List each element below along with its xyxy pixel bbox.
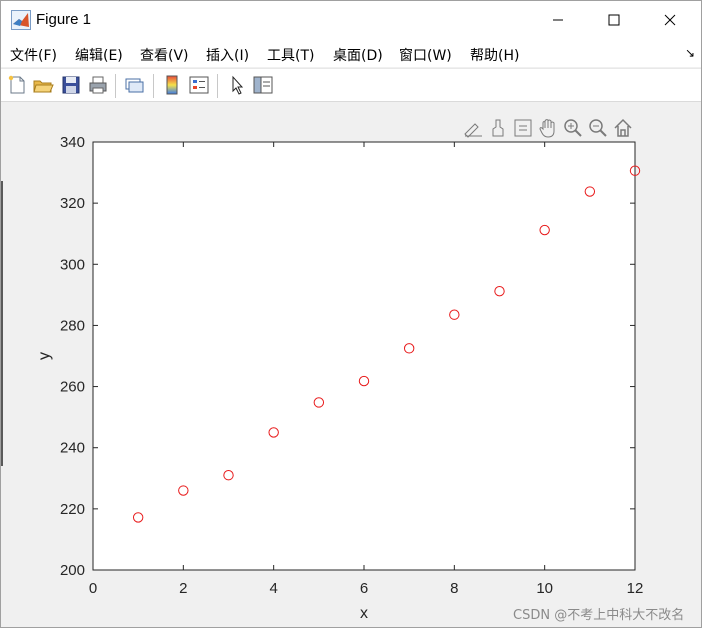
toolbar-separator (153, 74, 154, 98)
menu-edit[interactable]: 编辑(E) (75, 45, 123, 65)
y-tick-label: 260 (60, 379, 85, 396)
property-inspector-icon[interactable] (252, 74, 274, 96)
title-bar: Figure 1 (1, 1, 701, 39)
new-figure-icon[interactable] (6, 74, 28, 96)
minimize-button[interactable] (535, 1, 581, 39)
x-axis-label: x (360, 605, 368, 622)
open-file-icon[interactable] (32, 74, 54, 96)
maximize-icon (608, 14, 620, 26)
axes-plot[interactable]: 0 2 4 6 8 10 12 200 220 240 260 280 300 320 340 x y (1, 102, 701, 626)
save-icon[interactable] (60, 74, 82, 96)
minimize-icon (553, 19, 563, 21)
close-button[interactable] (647, 1, 693, 39)
figure-window: Figure 1 文件(F) 编辑(E) 查看(V) 插入(I) 工具(T) 桌… (0, 0, 702, 628)
menu-window[interactable]: 窗口(W) (399, 45, 452, 65)
y-tick-label: 320 (60, 195, 85, 212)
y-tick-label: 280 (60, 317, 85, 334)
menu-desktop[interactable]: 桌面(D) (333, 45, 383, 65)
x-tick-label: 8 (450, 580, 458, 597)
menu-insert[interactable]: 插入(I) (206, 45, 249, 65)
colorbar-icon[interactable] (161, 74, 183, 96)
pointer-icon[interactable] (226, 74, 248, 96)
y-tick-label: 300 (60, 256, 85, 273)
window-title: Figure 1 (36, 11, 92, 28)
maximize-button[interactable] (591, 1, 637, 39)
print-icon[interactable] (87, 74, 109, 96)
y-tick-label: 200 (60, 562, 85, 579)
toolbar-separator (217, 74, 218, 98)
legend-icon[interactable] (188, 74, 210, 96)
x-tick-label: 10 (536, 580, 553, 597)
close-icon (664, 14, 676, 26)
x-tick-label: 4 (269, 580, 277, 597)
link-plot-icon[interactable] (123, 74, 145, 96)
toolbar-separator (115, 74, 116, 98)
menu-tools[interactable]: 工具(T) (267, 45, 314, 65)
menu-file[interactable]: 文件(F) (10, 45, 57, 65)
dock-figure-icon[interactable]: ↘ (685, 46, 695, 60)
y-tick-label: 220 (60, 501, 85, 518)
menu-view[interactable]: 查看(V) (140, 45, 189, 65)
x-tick-label: 6 (360, 580, 368, 597)
x-tick-label: 0 (89, 580, 97, 597)
y-tick-label: 240 (60, 440, 85, 457)
figure-toolbar (1, 68, 701, 102)
y-tick-label: 340 (60, 134, 85, 151)
x-tick-label: 12 (627, 580, 644, 597)
matlab-logo-icon (11, 10, 31, 30)
menu-help[interactable]: 帮助(H) (470, 45, 519, 65)
x-tick-label: 2 (179, 580, 187, 597)
axes-box (92, 141, 636, 571)
y-axis-label: y (36, 352, 53, 360)
menu-bar: 文件(F) 编辑(E) 查看(V) 插入(I) 工具(T) 桌面(D) 窗口(W… (1, 39, 701, 67)
watermark-text: CSDN @不考上中科大不改名 (513, 608, 685, 623)
